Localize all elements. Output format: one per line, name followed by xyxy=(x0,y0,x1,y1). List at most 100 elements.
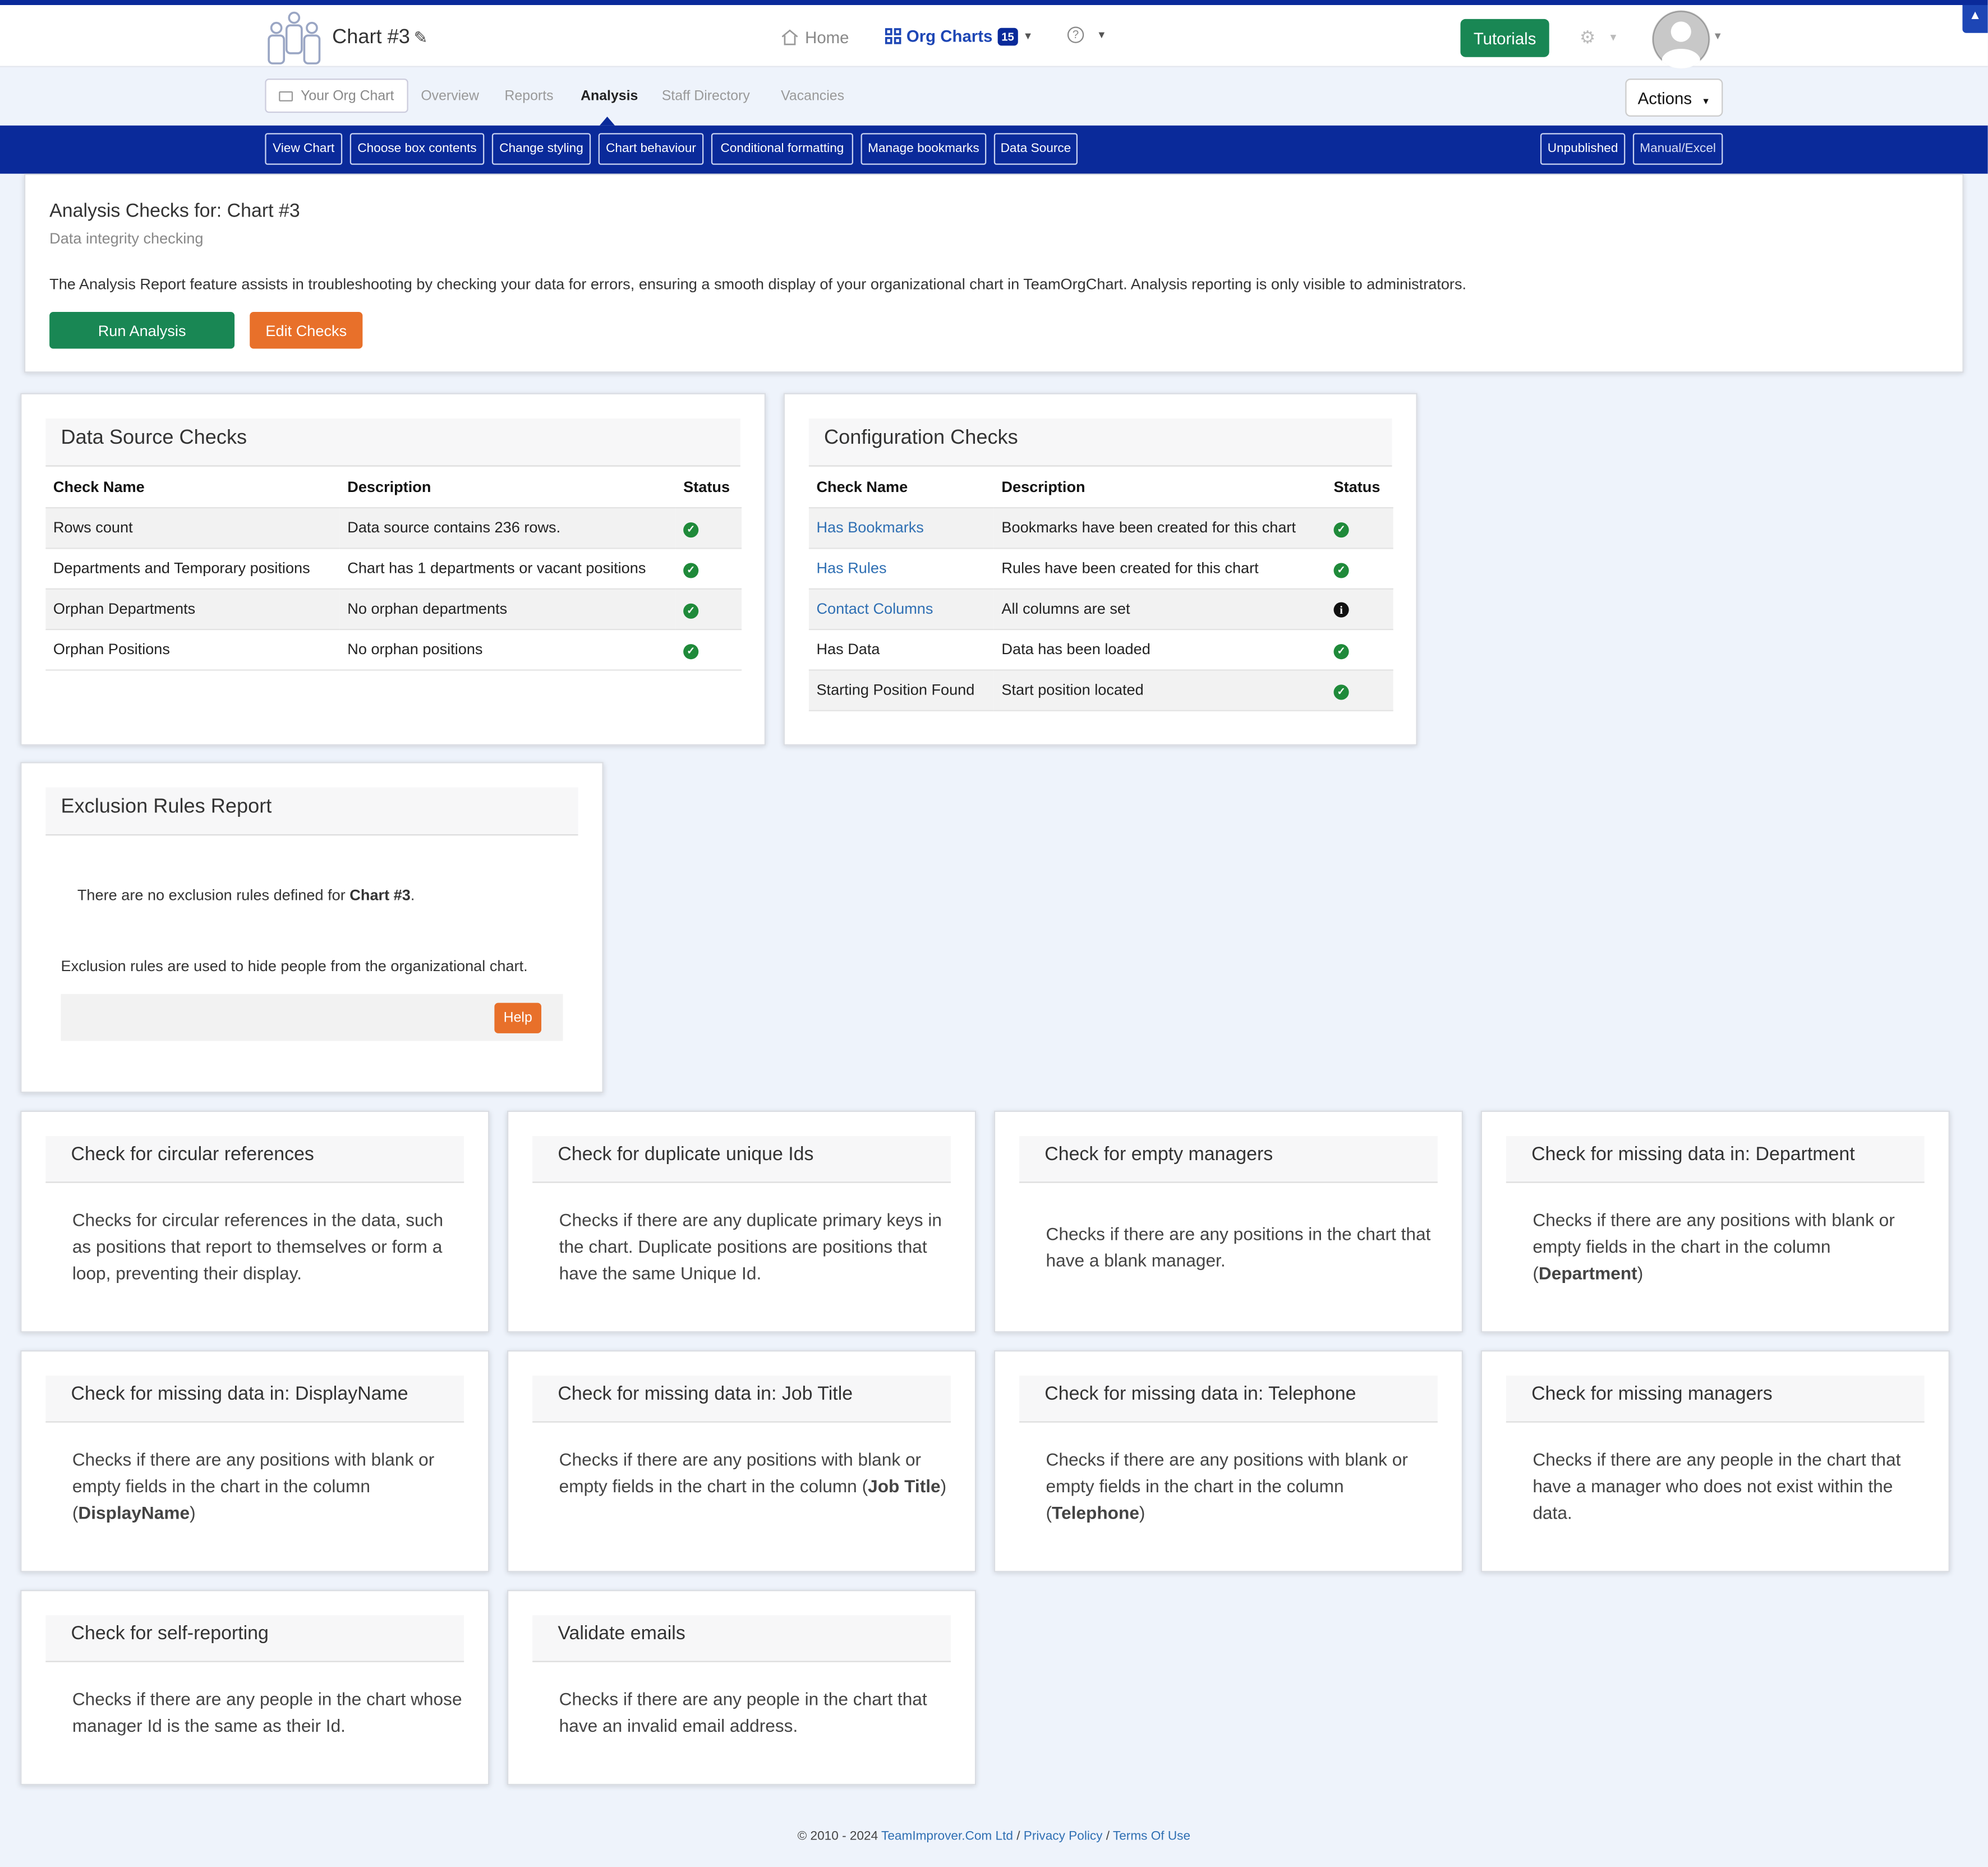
analysis-description: The Analysis Report feature assists in t… xyxy=(49,275,1467,293)
chart-title[interactable]: Chart #3 ✎ xyxy=(332,26,427,49)
card-description: Checks for circular references in the da… xyxy=(72,1210,444,1284)
check-card-validate-emails[interactable]: Validate emails Checks if there are any … xyxy=(507,1590,977,1786)
check-card-self-reporting[interactable]: Check for self-reporting Checks if there… xyxy=(20,1590,490,1786)
check-circle-icon: ✓ xyxy=(683,603,699,618)
check-name: Has Data xyxy=(808,628,994,670)
choose-box-contents-button[interactable]: Choose box contents xyxy=(349,133,485,165)
team-logo-icon[interactable] xyxy=(264,10,324,68)
tab-vacancies[interactable]: Vacancies xyxy=(781,89,844,104)
gear-icon: ⚙ xyxy=(1579,26,1596,47)
info-circle-icon: i xyxy=(1333,602,1349,618)
table-row: Has Data Data has been loaded ✓ xyxy=(808,628,1393,670)
check-name: Orphan Departments xyxy=(45,587,340,629)
pencil-icon[interactable]: ✎ xyxy=(414,28,428,47)
description-suffix: ) xyxy=(1139,1502,1145,1523)
actions-dropdown-button[interactable]: Actions ▼ xyxy=(1625,79,1723,117)
check-card-duplicate-ids[interactable]: Check for duplicate unique Ids Checks if… xyxy=(507,1110,977,1333)
table-row: Contact Columns All columns are set i xyxy=(808,587,1393,629)
help-button[interactable]: Help xyxy=(494,1003,542,1033)
check-card-missing-department[interactable]: Check for missing data in: Department Ch… xyxy=(1480,1110,1950,1333)
chevron-up-icon: ▲ xyxy=(1968,8,1982,23)
check-card-missing-telephone[interactable]: Check for missing data in: Telephone Che… xyxy=(993,1350,1464,1572)
tab-overview[interactable]: Overview xyxy=(421,89,479,104)
data-source-button[interactable]: Data Source xyxy=(993,133,1078,165)
table-row: Orphan Departments No orphan departments… xyxy=(45,587,742,629)
terms-of-use-link[interactable]: Terms Of Use xyxy=(1113,1829,1190,1843)
scroll-top-button[interactable]: ▲ xyxy=(1962,5,1988,33)
tab-your-org-chart[interactable]: Your Org Chart xyxy=(265,79,408,113)
card-description: Checks if there are any people in the ch… xyxy=(559,1689,927,1736)
table-row: Has Rules Rules have been created for th… xyxy=(808,547,1393,588)
card-title: Check for missing managers xyxy=(1506,1376,1925,1423)
has-rules-link[interactable]: Has Rules xyxy=(816,559,886,577)
card-description: Checks if there are any positions with b… xyxy=(559,1447,950,1500)
chart-toolbar: View Chart Choose box contents Change st… xyxy=(0,125,1988,174)
check-card-missing-job-title[interactable]: Check for missing data in: Job Title Che… xyxy=(507,1350,977,1572)
has-bookmarks-link[interactable]: Has Bookmarks xyxy=(816,518,923,536)
check-description: Rules have been created for this chart xyxy=(993,547,1326,588)
check-circle-icon: ✓ xyxy=(1333,684,1349,700)
settings-menu[interactable]: ⚙ ▼ xyxy=(1580,26,1618,48)
exclusion-rules-explanation: Exclusion rules are used to hide people … xyxy=(61,957,528,975)
nav-org-charts-link[interactable]: Org Charts 15 ▼ xyxy=(885,26,1033,45)
configuration-checks-table: Check Name Description Status Has Bookma… xyxy=(808,467,1393,711)
check-description: Data source contains 236 rows. xyxy=(339,506,676,548)
check-card-circular-references[interactable]: Check for circular references Checks for… xyxy=(20,1110,490,1333)
change-styling-button[interactable]: Change styling xyxy=(491,133,591,165)
nav-home-link[interactable]: Home xyxy=(781,28,849,47)
table-row: Departments and Temporary positions Char… xyxy=(45,547,742,588)
column-name: Telephone xyxy=(1052,1502,1139,1523)
card-title: Check for missing data in: DisplayName xyxy=(45,1376,464,1423)
unpublished-status-button[interactable]: Unpublished xyxy=(1540,133,1626,165)
tab-analysis[interactable]: Analysis xyxy=(581,89,638,104)
check-name: Departments and Temporary positions xyxy=(45,547,340,588)
tutorials-button[interactable]: Tutorials xyxy=(1460,19,1549,57)
column-header: Description xyxy=(1001,477,1085,496)
column-header: Check Name xyxy=(816,477,908,496)
table-row: Starting Position Found Start position l… xyxy=(808,669,1393,711)
check-card-missing-managers[interactable]: Check for missing managers Checks if the… xyxy=(1480,1350,1950,1572)
nav-org-charts-label: Org Charts xyxy=(906,26,993,46)
description-suffix: ) xyxy=(940,1475,947,1496)
page-title: Analysis Checks for: Chart #3 xyxy=(49,200,300,222)
chevron-down-icon[interactable]: ▼ xyxy=(1713,30,1723,42)
chevron-down-icon: ▼ xyxy=(1608,31,1618,43)
manual-excel-source-button[interactable]: Manual/Excel xyxy=(1632,133,1723,165)
check-name: Orphan Positions xyxy=(45,628,340,670)
help-bar: Help xyxy=(61,994,563,1041)
company-link[interactable]: TeamImprover.Com Ltd xyxy=(881,1829,1013,1843)
column-name: Department xyxy=(1538,1262,1637,1284)
data-source-checks-card: Data Source Checks Check Name Descriptio… xyxy=(20,393,766,746)
help-menu[interactable]: ? ▼ xyxy=(1067,26,1107,43)
user-avatar[interactable] xyxy=(1651,10,1710,69)
nav-home-label: Home xyxy=(805,27,849,47)
data-source-checks-table: Check Name Description Status Rows count… xyxy=(45,467,742,670)
check-card-empty-managers[interactable]: Check for empty managers Checks if there… xyxy=(993,1110,1464,1333)
column-header: Status xyxy=(1333,477,1380,496)
check-card-missing-displayname[interactable]: Check for missing data in: DisplayName C… xyxy=(20,1350,490,1572)
column-header: Description xyxy=(347,477,431,496)
check-circle-icon: ✓ xyxy=(683,562,699,578)
check-description: No orphan departments xyxy=(339,587,676,629)
contact-columns-link[interactable]: Contact Columns xyxy=(816,600,933,618)
run-analysis-button[interactable]: Run Analysis xyxy=(49,311,235,349)
card-description: Checks if there are any positions with b… xyxy=(1533,1207,1923,1287)
id-card-icon xyxy=(279,90,293,101)
active-tab-indicator xyxy=(599,116,615,126)
privacy-policy-link[interactable]: Privacy Policy xyxy=(1024,1829,1103,1843)
card-title: Check for missing data in: Telephone xyxy=(1019,1376,1438,1423)
tab-staff-directory[interactable]: Staff Directory xyxy=(662,89,750,104)
manage-bookmarks-button[interactable]: Manage bookmarks xyxy=(860,133,987,165)
view-chart-button[interactable]: View Chart xyxy=(265,133,343,165)
check-circle-icon: ✓ xyxy=(683,643,699,659)
tab-reports[interactable]: Reports xyxy=(504,89,553,104)
check-description: No orphan positions xyxy=(339,628,676,670)
chart-behaviour-button[interactable]: Chart behaviour xyxy=(598,133,704,165)
tab-your-org-chart-label: Your Org Chart xyxy=(301,88,394,104)
conditional-formatting-button[interactable]: Conditional formatting xyxy=(711,133,853,165)
edit-checks-button[interactable]: Edit Checks xyxy=(250,311,363,349)
card-description: Checks if there are any duplicate primar… xyxy=(559,1210,942,1284)
app-root: Chart #3 ✎ Home Org Charts 15 ▼ ? ▼ Tutor… xyxy=(0,0,1988,1866)
check-circle-icon: ✓ xyxy=(1333,562,1349,578)
check-circle-icon: ✓ xyxy=(1333,521,1349,537)
